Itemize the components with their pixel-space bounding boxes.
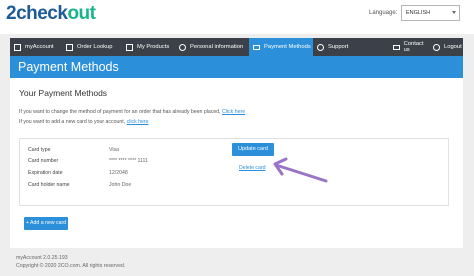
footer-version: myAccount 2.0.25.193 — [16, 255, 68, 261]
annotation-arrow-icon — [273, 157, 328, 183]
footer-copyright: Copyright © 2020 2CO.com. All rights res… — [16, 263, 126, 269]
